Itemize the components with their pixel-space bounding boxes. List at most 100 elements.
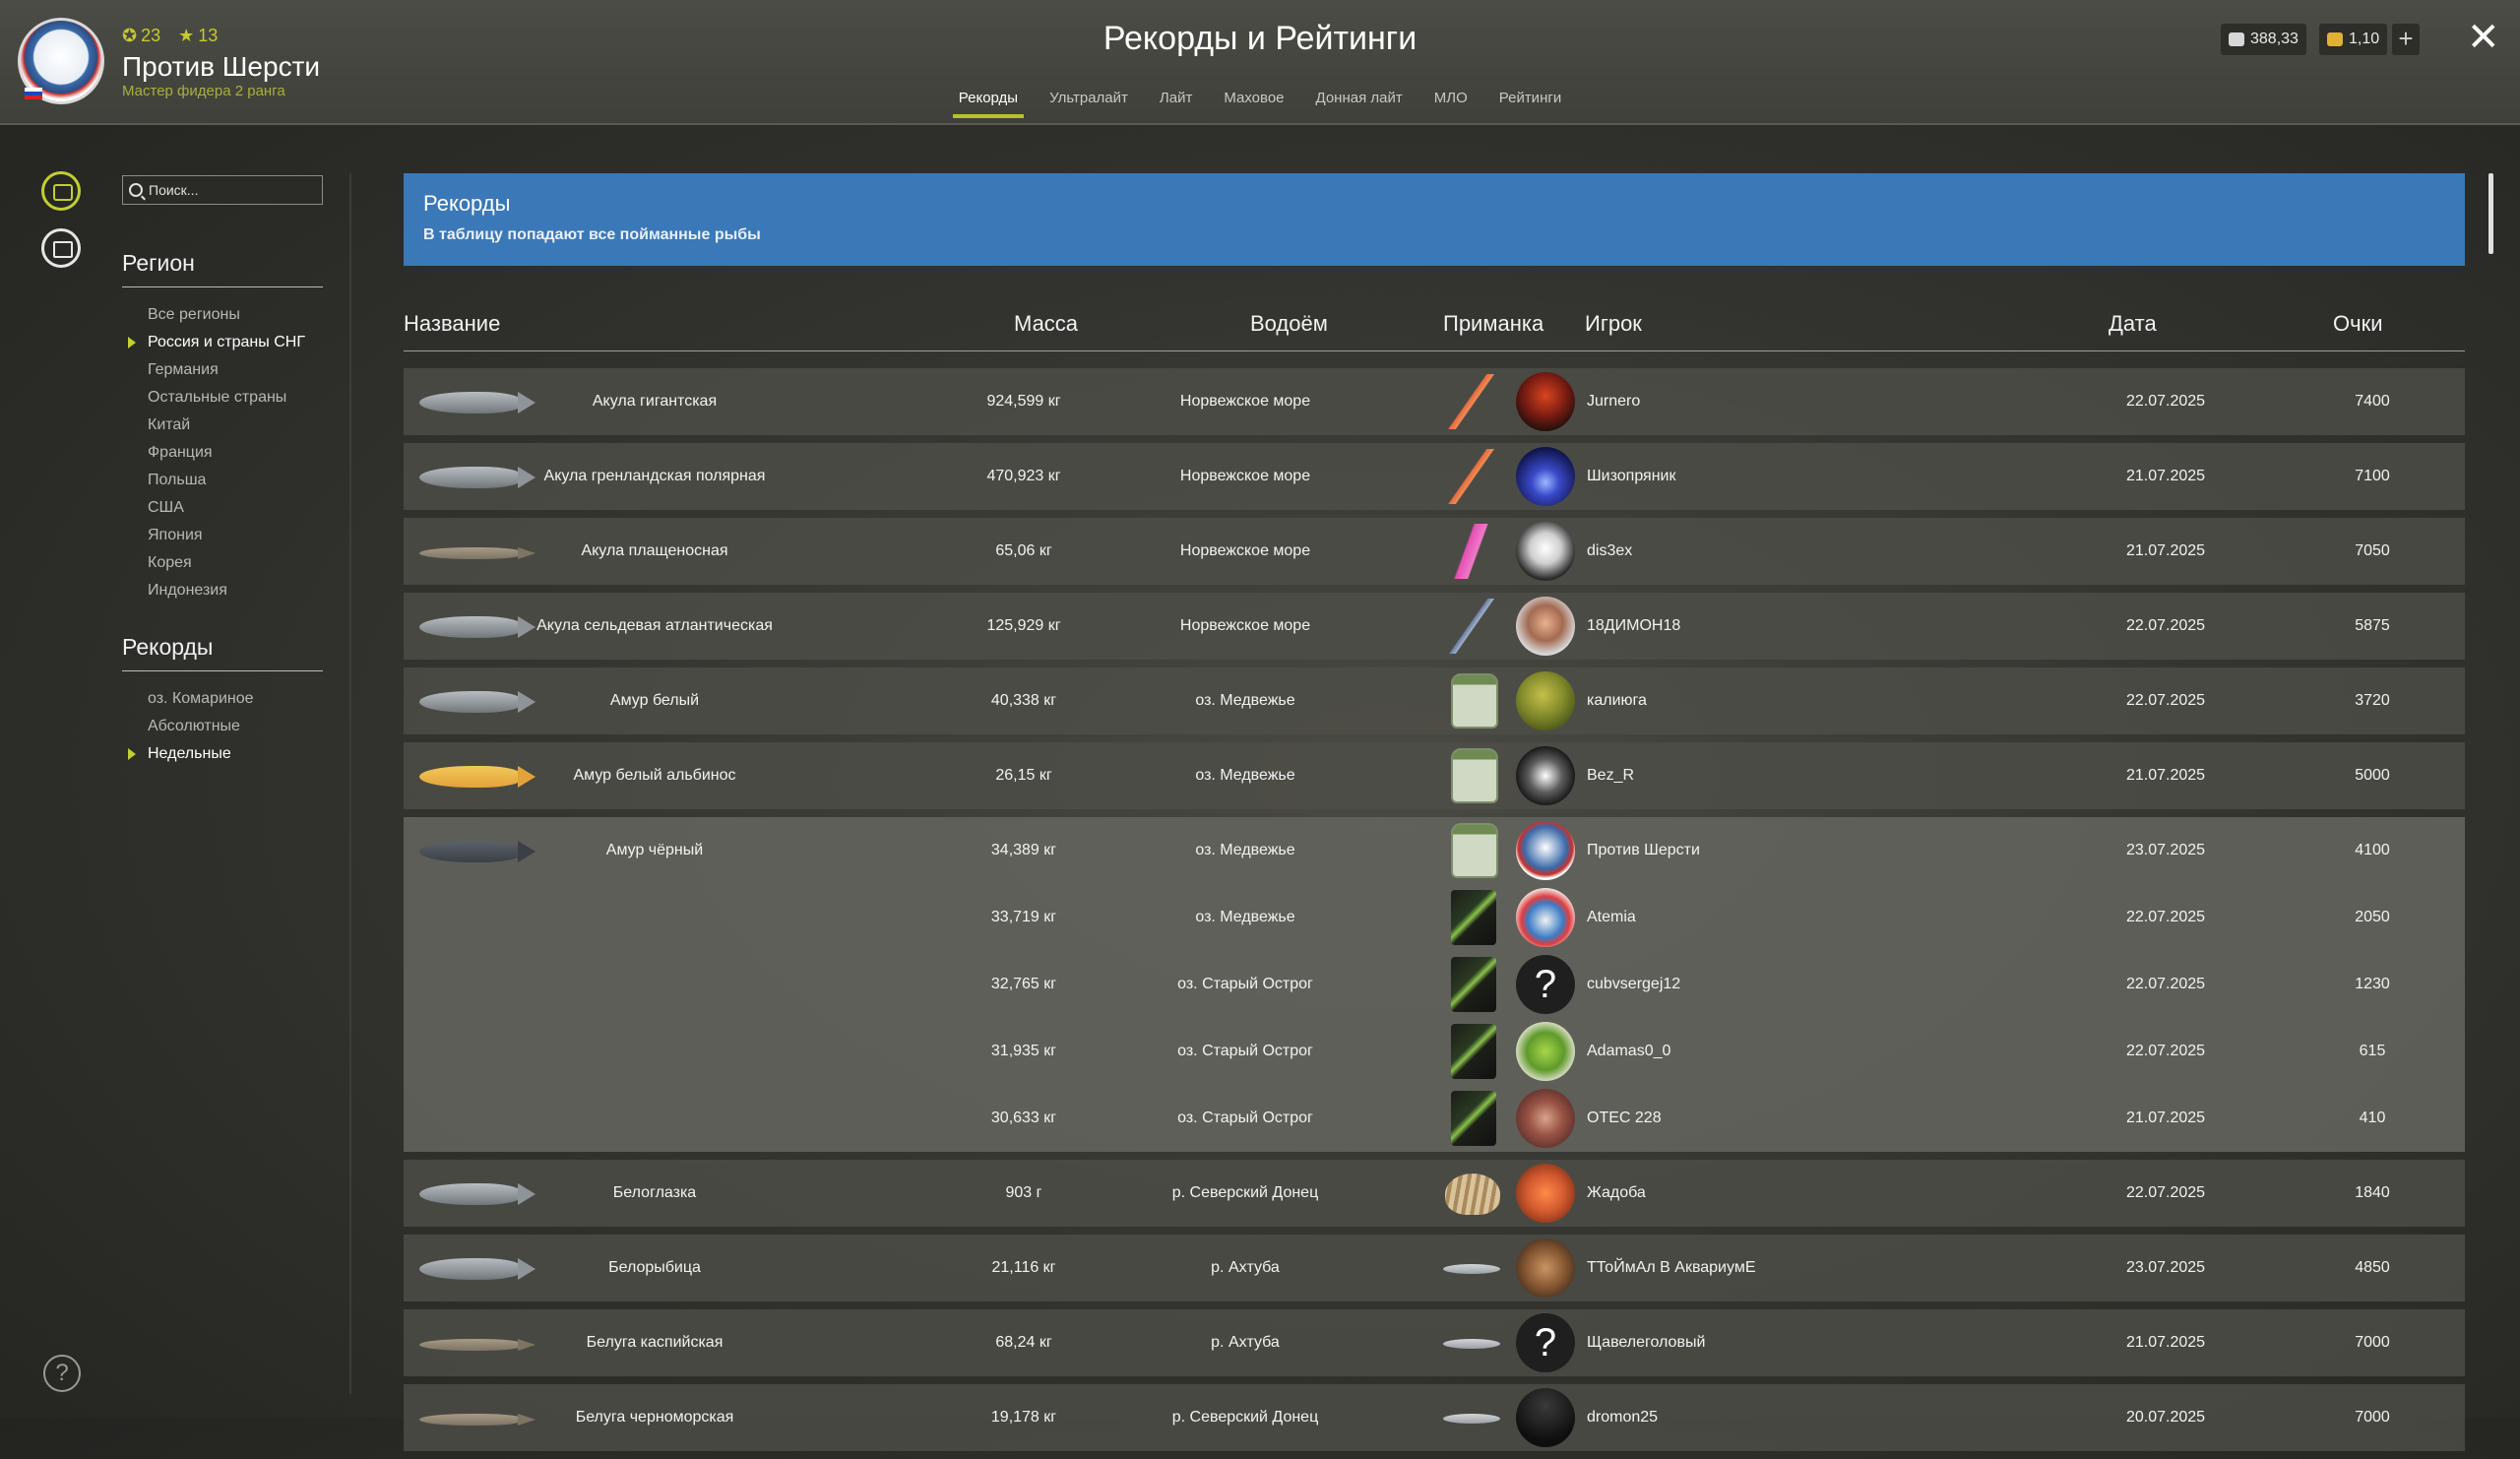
score: 2050 [2355, 909, 2390, 925]
tab-ultralight[interactable]: Ультралайт [1034, 87, 1144, 118]
table-row[interactable]: Амур белый альбинос 26,15 кг оз. Медвежь… [404, 742, 2465, 809]
archive-icon[interactable] [41, 228, 81, 268]
group-entry[interactable]: 33,719 кг оз. Медвежье Atemia 22.07.2025… [404, 884, 2465, 951]
avatar[interactable] [1516, 1164, 1575, 1223]
unknown-avatar-icon[interactable]: ? [1516, 955, 1575, 1014]
table-row[interactable]: Акула сельдевая атлантическая 125,929 кг… [404, 593, 2465, 660]
player-name-cell[interactable]: Jurnero [1587, 368, 1902, 435]
table-row[interactable]: Белоглазка 903 г р. Северский Донец Жадо… [404, 1160, 2465, 1227]
table-row[interactable]: Амур белый 40,338 кг оз. Медвежье калиюг… [404, 667, 2465, 734]
search-icon [129, 183, 143, 197]
region-item[interactable]: Польша [148, 467, 305, 494]
group-entry[interactable]: 32,765 кг оз. Старый Острог ? cubvsergej… [404, 951, 2465, 1018]
player-name-cell[interactable]: Bez_R [1587, 742, 1902, 809]
score: 4100 [2355, 842, 2390, 858]
avatar[interactable] [1516, 447, 1575, 506]
player-name-cell[interactable]: Atemia [1587, 884, 1902, 951]
camera-icon[interactable] [41, 171, 81, 211]
header-player[interactable]: Игрок [1585, 311, 1642, 337]
header-lake[interactable]: Водоём [1250, 311, 1328, 337]
group-entry[interactable]: 30,633 кг оз. Старый Острог OTEC 228 21.… [404, 1085, 2465, 1152]
banner-subtitle: В таблицу попадают все пойманные рыбы [423, 226, 761, 243]
fish-lake: оз. Медвежье [1195, 909, 1295, 925]
avatar[interactable] [1516, 671, 1575, 730]
player-name-cell[interactable]: Шизопряник [1587, 443, 1902, 510]
search-input[interactable] [147, 181, 318, 199]
tab-records[interactable]: Рекорды [943, 87, 1034, 118]
region-item[interactable]: Все регионы [148, 301, 305, 329]
records-banner: Рекорды В таблицу попадают все пойманные… [404, 173, 2465, 266]
fish-name: Белуга каспийская [586, 1334, 724, 1351]
avatar[interactable] [1516, 1388, 1575, 1447]
table-row[interactable]: Акула плащеносная 65,06 кг Норвежское мо… [404, 518, 2465, 585]
tab-bottom-light[interactable]: Донная лайт [1300, 87, 1418, 118]
bait-jar-icon [1451, 673, 1498, 729]
player-name-cell[interactable]: dromon25 [1587, 1384, 1902, 1451]
player-name-cell[interactable]: OTEC 228 [1587, 1085, 1902, 1152]
avatar[interactable] [1516, 821, 1575, 880]
table-row[interactable]: Акула гренландская полярная 470,923 кг Н… [404, 443, 2465, 510]
player-name-cell[interactable]: калиюга [1587, 667, 1902, 734]
region-item[interactable]: Индонезия [148, 577, 305, 604]
tab-ratings[interactable]: Рейтинги [1483, 87, 1577, 118]
records-item[interactable]: Абсолютные [148, 713, 254, 740]
avatar[interactable] [1516, 746, 1575, 805]
player-name-cell[interactable]: Жадоба [1587, 1160, 1902, 1227]
region-item[interactable]: Корея [148, 549, 305, 577]
region-item[interactable]: Япония [148, 522, 305, 549]
table-row[interactable]: Белуга черноморская 19,178 кг р. Северск… [404, 1384, 2465, 1451]
player-name-cell[interactable]: dis3ex [1587, 518, 1902, 585]
fish-icon [419, 1258, 536, 1280]
add-currency-button[interactable]: + [2392, 24, 2420, 55]
live-bait-icon [1443, 1264, 1500, 1274]
player-name-cell[interactable]: ТТоЙмАл В АквариумЕ [1587, 1235, 1902, 1301]
tab-mlo[interactable]: МЛО [1418, 87, 1483, 118]
player-name-cell[interactable]: Против Шерсти [1587, 817, 1902, 884]
close-icon[interactable]: ✕ [2467, 18, 2500, 57]
player-name-cell[interactable]: cubvsergej12 [1587, 951, 1902, 1018]
sidebar-divider [349, 173, 351, 1394]
catch-date: 21.07.2025 [2125, 1334, 2206, 1351]
records-item-selected[interactable]: Недельные [128, 740, 254, 768]
table-row[interactable]: Белуга каспийская 68,24 кг р. Ахтуба ? Щ… [404, 1309, 2465, 1376]
header-name[interactable]: Название [404, 311, 500, 337]
player-name-cell[interactable]: 18ДИМОН18 [1587, 593, 1902, 660]
avatar[interactable] [1516, 597, 1575, 656]
avatar[interactable] [1516, 888, 1575, 947]
player-name-cell[interactable]: Щавелеголовый [1587, 1309, 1902, 1376]
scrollbar[interactable] [2488, 173, 2493, 254]
table-row-group[interactable]: Амур чёрный 34,389 кг оз. Медвежье Проти… [404, 817, 2465, 1152]
fish-name: Белоглазка [612, 1184, 697, 1201]
group-entry[interactable]: 31,935 кг оз. Старый Острог Adamas0_0 22… [404, 1018, 2465, 1085]
region-item[interactable]: США [148, 494, 305, 522]
region-item[interactable]: Остальные страны [148, 384, 305, 412]
tab-float[interactable]: Маховое [1208, 87, 1299, 118]
avatar[interactable] [1516, 1238, 1575, 1298]
help-icon[interactable]: ? [43, 1355, 81, 1392]
region-item[interactable]: Германия [148, 356, 305, 384]
avatar[interactable] [1516, 1089, 1575, 1148]
avatar[interactable] [1516, 372, 1575, 431]
header-mass[interactable]: Масса [1014, 311, 1078, 337]
lure-icon [1445, 599, 1500, 654]
table-row[interactable]: Акула гигантская 924,599 кг Норвежское м… [404, 368, 2465, 435]
region-item-selected[interactable]: Россия и страны СНГ [128, 329, 305, 356]
header-date[interactable]: Дата [2109, 311, 2157, 337]
header-score[interactable]: Очки [2333, 311, 2383, 337]
tab-light[interactable]: Лайт [1144, 87, 1208, 118]
unknown-avatar-icon[interactable]: ? [1516, 1313, 1575, 1372]
region-item[interactable]: Китай [148, 412, 305, 439]
records-item[interactable]: оз. Комариное [148, 685, 254, 713]
score: 7050 [2355, 542, 2390, 559]
table-row[interactable]: Белорыбица 21,116 кг р. Ахтуба ТТоЙмАл В… [404, 1235, 2465, 1301]
search-box[interactable] [122, 175, 323, 205]
live-bait-icon [1443, 1339, 1500, 1349]
score: 1230 [2355, 976, 2390, 992]
banner-title: Рекорды [423, 191, 511, 216]
avatar[interactable] [1516, 522, 1575, 581]
player-name-cell[interactable]: Adamas0_0 [1587, 1018, 1902, 1085]
group-entry[interactable]: 34,389 кг оз. Медвежье Против Шерсти 23.… [404, 817, 2465, 884]
region-item[interactable]: Франция [148, 439, 305, 467]
avatar[interactable] [1516, 1022, 1575, 1081]
fish-icon [419, 616, 536, 638]
